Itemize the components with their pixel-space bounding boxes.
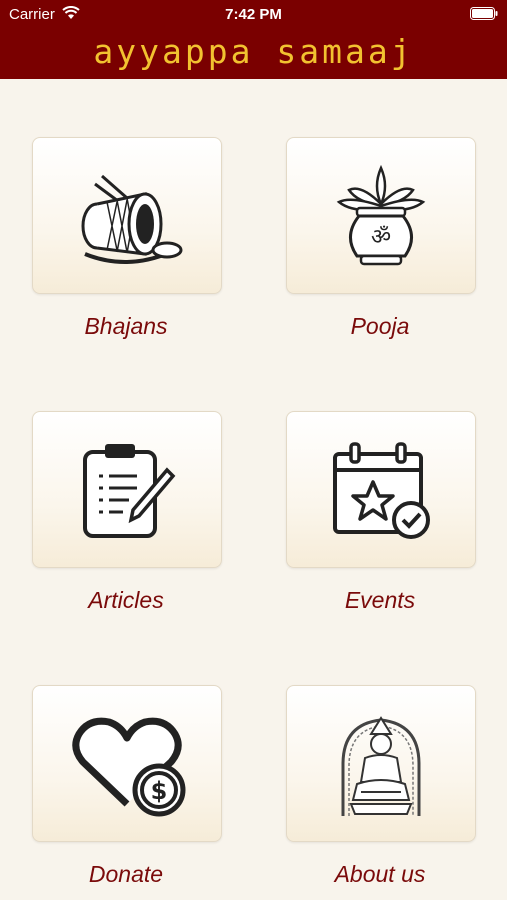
about-us-label[interactable]: About us — [286, 861, 474, 888]
calendar-star-icon — [333, 442, 430, 539]
articles-label[interactable]: Articles — [32, 587, 220, 614]
donate-label[interactable]: Donate — [32, 861, 220, 888]
articles-tile[interactable] — [32, 411, 222, 568]
svg-text:ॐ: ॐ — [371, 225, 391, 250]
heart-dollar-icon: $ — [72, 717, 186, 817]
battery-icon — [470, 7, 498, 20]
donate-tile[interactable]: $ — [32, 685, 222, 842]
svg-text:$: $ — [151, 777, 168, 805]
bhajans-tile[interactable] — [32, 137, 222, 294]
about-us-tile[interactable] — [286, 685, 476, 842]
events-tile[interactable] — [286, 411, 476, 568]
events-label[interactable]: Events — [286, 587, 474, 614]
header-bar: Carrier 7:42 PM ayyappa samaaj — [0, 0, 507, 79]
kalash-icon: ॐ — [336, 164, 426, 266]
pooja-label[interactable]: Pooja — [286, 313, 474, 340]
clipboard-pencil-icon — [83, 444, 176, 538]
drum-icon — [81, 174, 183, 264]
ayyappa-deity-icon — [341, 716, 421, 816]
status-time: 7:42 PM — [225, 6, 282, 23]
app-title: ayyappa samaaj — [93, 32, 414, 71]
status-bar: Carrier 7:42 PM — [0, 0, 507, 28]
bhajans-label[interactable]: Bhajans — [32, 313, 220, 340]
pooja-tile[interactable]: ॐ — [286, 137, 476, 294]
